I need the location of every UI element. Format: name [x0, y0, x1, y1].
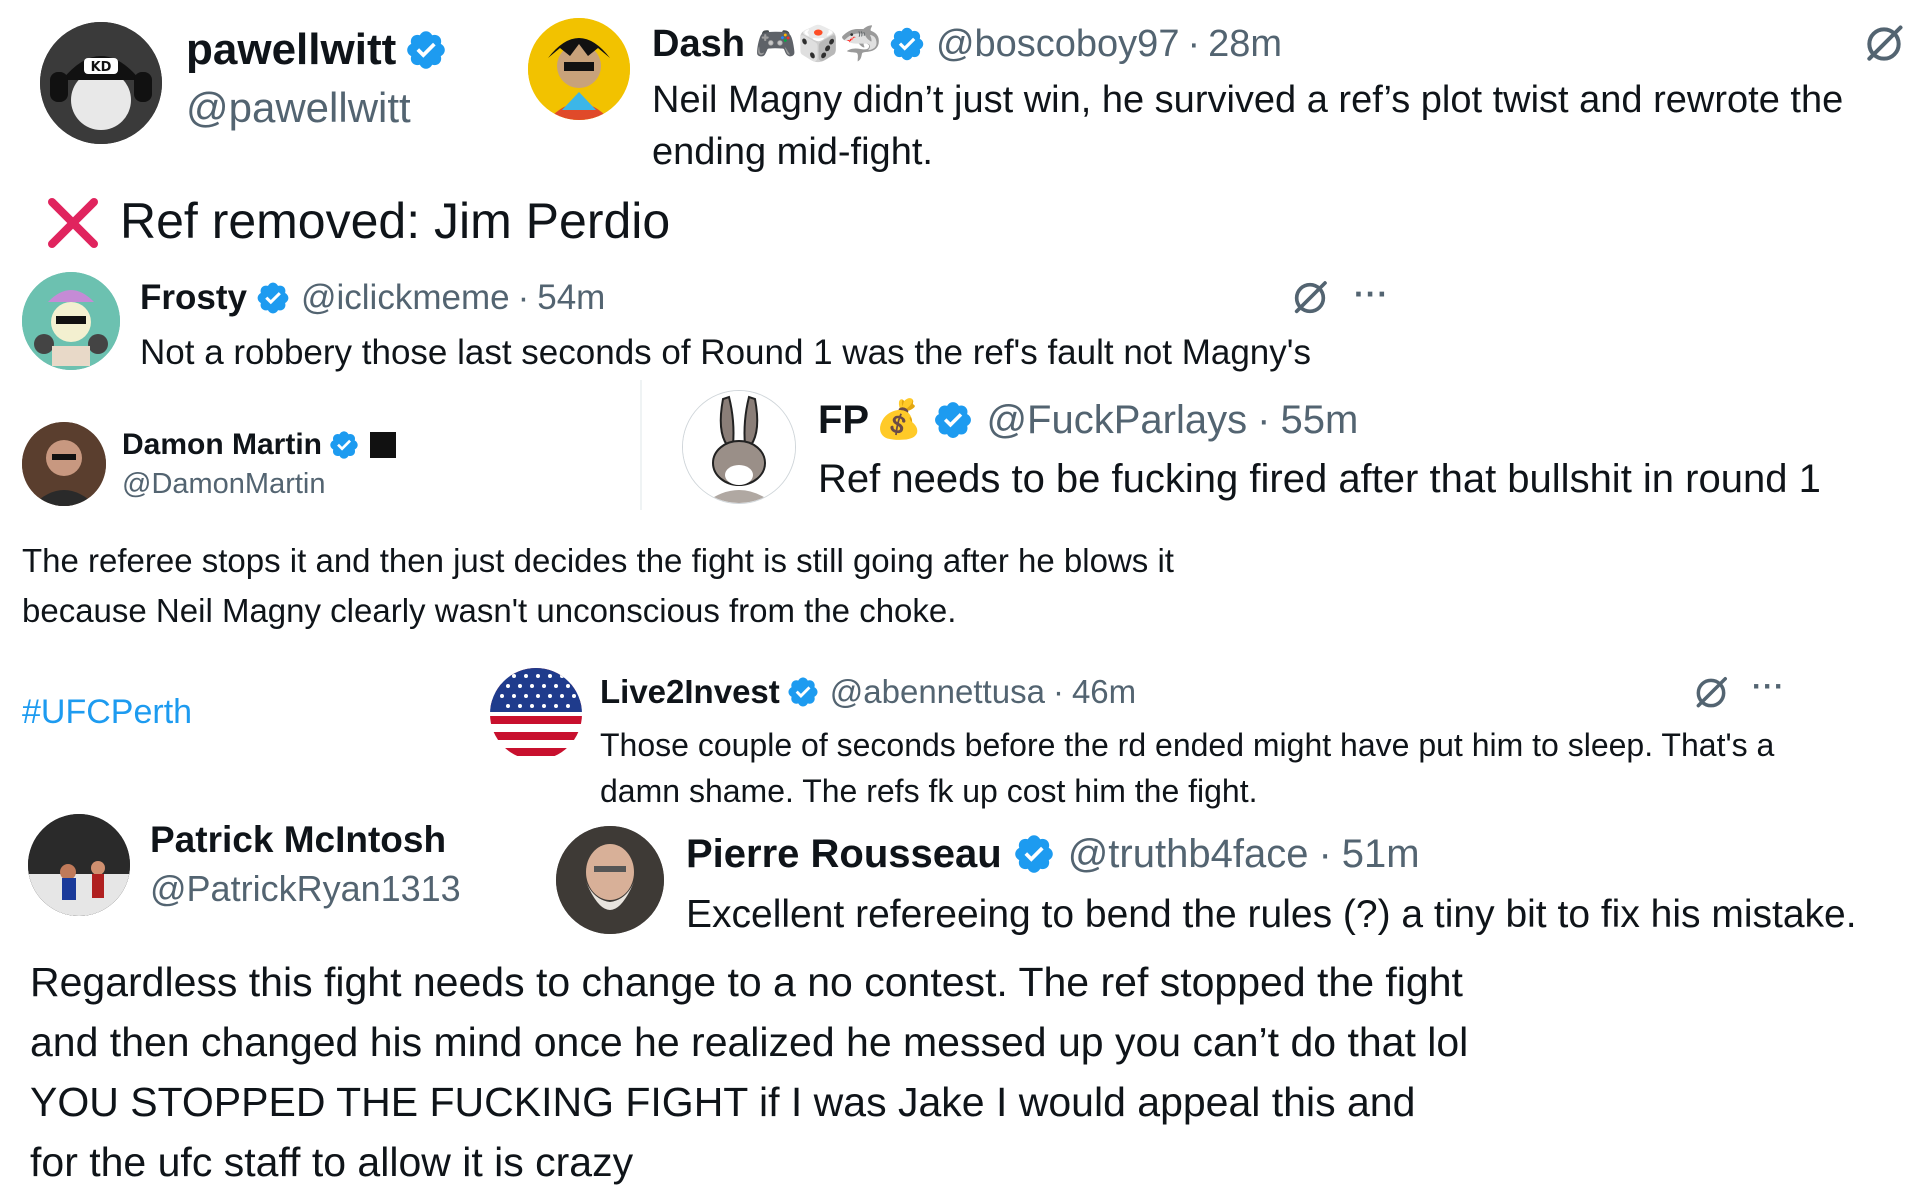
vertical-divider: [640, 380, 642, 510]
verified-badge-icon: [328, 429, 360, 461]
verified-badge-icon: [1012, 832, 1056, 876]
author-handle[interactable]: @pawellwitt: [186, 84, 411, 132]
timestamp[interactable]: 55m: [1280, 398, 1358, 443]
avatar-pawellwitt[interactable]: KD: [40, 22, 162, 144]
kd-cap-avatar-icon: KD: [40, 22, 162, 144]
author-handle[interactable]: @iclickmeme: [301, 278, 510, 318]
author-handle[interactable]: @PatrickRyan1313: [150, 868, 461, 910]
author-name[interactable]: Dash: [652, 23, 745, 66]
verified-badge-icon: [404, 28, 448, 72]
separator-dot: ·: [1052, 673, 1064, 710]
tweet-text: The referee stops it and then just decid…: [22, 542, 1174, 629]
author-handle[interactable]: @abennettusa: [830, 673, 1045, 711]
separator-dot: ·: [1187, 22, 1201, 65]
author-name[interactable]: pawellwitt: [186, 25, 396, 75]
us-flag-avatar-icon: [490, 668, 582, 760]
more-options-icon[interactable]: ···: [1752, 670, 1785, 704]
affiliate-badge-icon: [370, 432, 397, 458]
frosty-character-avatar-icon: [22, 272, 120, 370]
avatar-fp[interactable]: [682, 390, 796, 504]
separator-dot: ·: [1318, 831, 1332, 876]
red-x-icon: [48, 198, 98, 248]
avatar-dash[interactable]: [528, 18, 630, 120]
avatar-frosty[interactable]: [22, 272, 120, 370]
tweet-text: Neil Magny didn’t just win, he survived …: [652, 79, 1844, 173]
money-bag-emoji: 💰: [875, 399, 923, 441]
verified-badge-icon: [932, 399, 974, 441]
author-name[interactable]: Frosty: [140, 278, 247, 318]
more-options-icon[interactable]: ···: [1354, 276, 1389, 313]
separator-dot: ·: [517, 278, 530, 317]
tweet-text: Regardless this fight needs to change to…: [30, 959, 1469, 1185]
timestamp[interactable]: 46m: [1072, 673, 1136, 711]
timestamp[interactable]: 28m: [1208, 23, 1282, 66]
ref-removed-text: Ref removed: Jim Perdio: [120, 193, 671, 249]
avatar-patrick[interactable]: [28, 814, 130, 916]
author-handle[interactable]: @boscoboy97: [936, 23, 1180, 66]
verified-badge-icon: [888, 25, 926, 63]
tweet-text: Ref needs to be fucking fired after that…: [818, 457, 1821, 501]
author-handle[interactable]: @DamonMartin: [122, 468, 326, 501]
author-name[interactable]: Damon Martin: [122, 428, 322, 462]
author-name[interactable]: Patrick McIntosh: [150, 819, 446, 861]
bunny-avatar-icon: [683, 391, 795, 503]
emoji-icons: 🎮🎲🦈: [754, 25, 882, 63]
author-name[interactable]: Pierre Rousseau: [686, 832, 1002, 877]
damon-avatar-icon: [22, 422, 106, 506]
timestamp[interactable]: 51m: [1342, 832, 1420, 877]
tweet-text: Excellent refereeing to bend the rules (…: [686, 893, 1857, 936]
svg-text:KD: KD: [91, 60, 112, 75]
avatar-damon[interactable]: [22, 422, 106, 506]
pierre-avatar-icon: [556, 826, 664, 934]
timestamp[interactable]: 54m: [537, 278, 605, 318]
tweet-text: Those couple of seconds before the rd en…: [600, 727, 1775, 809]
separator-dot: ·: [1257, 397, 1271, 442]
yellow-character-avatar-icon: [528, 18, 630, 120]
grok-icon[interactable]: [1290, 278, 1330, 318]
grok-icon[interactable]: [1692, 674, 1730, 712]
verified-badge-icon: [255, 280, 291, 316]
author-handle[interactable]: @truthb4face: [1068, 832, 1309, 877]
tweet-text: Not a robbery those last seconds of Roun…: [140, 333, 1311, 372]
author-name[interactable]: Live2Invest: [600, 673, 780, 711]
avatar-live2invest[interactable]: [490, 668, 582, 760]
author-handle[interactable]: @FuckParlays: [986, 398, 1247, 443]
patrick-avatar-icon: [28, 814, 130, 916]
verified-badge-icon: [786, 675, 820, 709]
hashtag-link[interactable]: #UFCPerth: [22, 690, 192, 734]
avatar-pierre[interactable]: [556, 826, 664, 934]
grok-icon[interactable]: [1862, 22, 1906, 66]
author-name[interactable]: FP: [818, 398, 869, 443]
